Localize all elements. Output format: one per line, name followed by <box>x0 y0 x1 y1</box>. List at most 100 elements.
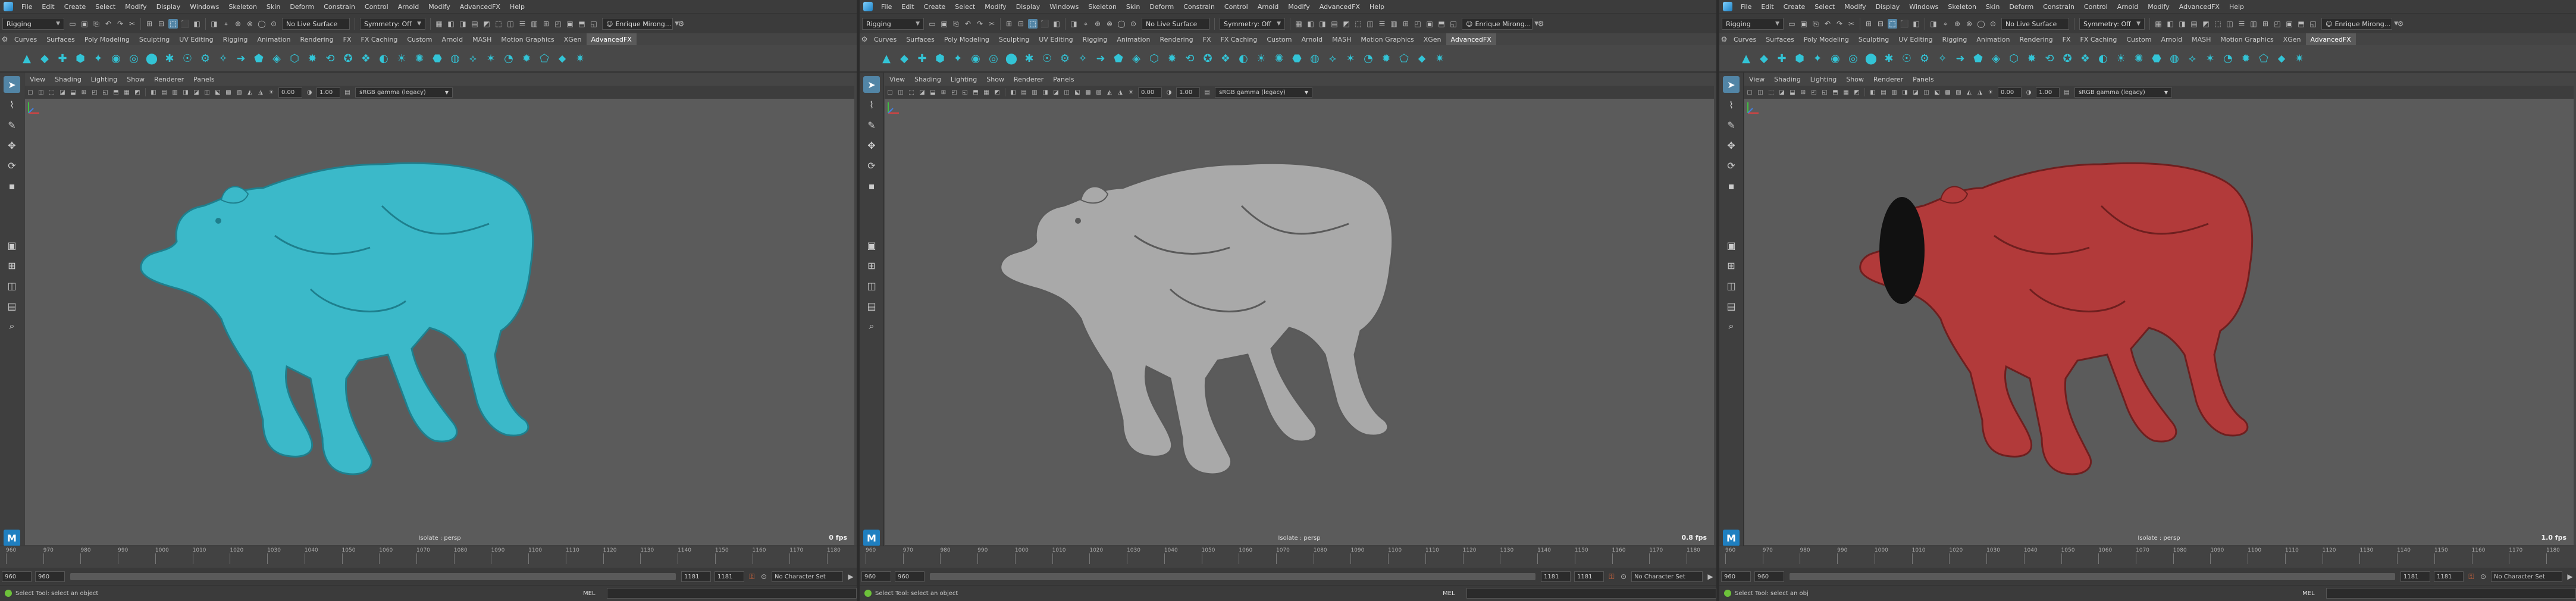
select-tool-icon[interactable]: ➤ <box>1723 76 1740 93</box>
live-surface-field[interactable]: No Live Surface <box>2001 18 2069 30</box>
shelf-tool-icon[interactable]: ⬤ <box>1863 51 1879 66</box>
mel-command-input[interactable] <box>1466 588 1716 599</box>
render-tool-icon[interactable]: ◰ <box>553 19 563 29</box>
status-tool-icon[interactable]: ▭ <box>68 19 77 29</box>
symmetry-dropdown[interactable]: Symmetry: Off ▼ <box>1220 18 1285 30</box>
status-tool-icon[interactable]: ⊕ <box>1093 19 1102 29</box>
zoom-icon[interactable]: ⌕ <box>863 318 880 334</box>
menu-item[interactable]: Control <box>2079 3 2113 11</box>
user-account-dropdown[interactable]: ☺ Enrique Mirong... ▼ <box>602 18 679 30</box>
status-tool-icon[interactable]: ⊟ <box>156 19 166 29</box>
range-start-inner-field[interactable]: 960 <box>895 571 925 582</box>
status-tool-icon[interactable]: ↷ <box>1835 19 1844 29</box>
menu-item[interactable]: Arnold <box>393 3 424 11</box>
viewport-tool-icon[interactable]: ⬚ <box>907 88 916 96</box>
shelf-tool-icon[interactable]: ⬢ <box>1792 51 1807 66</box>
shelf-tab[interactable]: Arnold <box>1296 36 1327 43</box>
shelf-tab[interactable]: FX Caching <box>1216 36 1262 43</box>
viewport-tool-icon[interactable]: ◪ <box>1778 88 1786 96</box>
viewport-tool-icon[interactable]: ▢ <box>886 88 894 96</box>
viewport-menu-item[interactable]: Renderer <box>149 76 189 83</box>
shelf-tab[interactable]: UV Editing <box>174 36 218 43</box>
shelf-tool-icon[interactable]: ⟡ <box>465 51 481 66</box>
menu-item[interactable]: Constrain <box>319 3 360 11</box>
color-management-icon[interactable]: ▤ <box>1203 88 1211 96</box>
gear-icon[interactable]: ⚙ <box>1 35 8 44</box>
viewport-menu-item[interactable]: View <box>885 76 910 83</box>
exposure-field[interactable]: 0.00 <box>278 87 302 98</box>
shelf-tab[interactable]: XGen <box>1419 36 1446 43</box>
render-tool-icon[interactable]: ▦ <box>2154 19 2163 29</box>
menu-item[interactable]: Skin <box>262 3 285 11</box>
render-tool-icon[interactable]: ⬚ <box>1353 19 1363 29</box>
rotate-tool-icon[interactable]: ⟳ <box>863 157 880 174</box>
viewport-tool-icon[interactable]: ◮ <box>1116 88 1124 96</box>
layout-two-icon[interactable]: ◫ <box>863 277 880 294</box>
shelf-tool-icon[interactable]: ◎ <box>126 51 142 66</box>
shelf-tool-icon[interactable]: ✪ <box>340 51 356 66</box>
range-end-inner-field[interactable]: 1181 <box>681 571 711 582</box>
status-tool-icon[interactable]: ◧ <box>1911 19 1921 29</box>
shelf-tool-icon[interactable]: ⬟ <box>1111 51 1126 66</box>
status-tool-icon[interactable]: ⊗ <box>1105 19 1114 29</box>
shelf-tool-icon[interactable]: ◆ <box>37 51 52 66</box>
viewport-tool-icon[interactable]: ⬒ <box>972 88 980 96</box>
range-start-inner-field[interactable]: 960 <box>35 571 65 582</box>
exposure-field[interactable]: 0.00 <box>1138 87 1162 98</box>
shelf-tool-icon[interactable]: ◐ <box>2095 51 2111 66</box>
shelf-tool-icon[interactable]: ⬡ <box>1146 51 1162 66</box>
shelf-tool-icon[interactable]: ✸ <box>1164 51 1180 66</box>
shelf-tab[interactable]: Motion Graphics <box>2215 36 2278 43</box>
viewport-menu-item[interactable]: Lighting <box>86 76 122 83</box>
mel-command-input[interactable] <box>607 588 857 599</box>
menu-item[interactable]: Modify <box>120 3 151 11</box>
viewport-tool-icon[interactable]: ▥ <box>1890 88 1898 96</box>
color-management-icon[interactable]: ▤ <box>2063 88 2071 96</box>
bear-model[interactable] <box>140 162 534 475</box>
shelf-tab[interactable]: Animation <box>252 36 295 43</box>
play-icon[interactable]: ▶ <box>2565 572 2575 581</box>
shelf-tool-icon[interactable]: ◎ <box>1845 51 1861 66</box>
outliner-layout-icon[interactable]: ▤ <box>863 298 880 314</box>
shelf-tab[interactable]: FX Caching <box>356 36 403 43</box>
menu-item[interactable]: Modify <box>980 3 1011 11</box>
status-tool-icon[interactable]: ⌖ <box>221 19 231 29</box>
menu-item[interactable]: Deform <box>285 3 319 11</box>
time-slider[interactable]: 960 970 980 990 1000 1010 1020 1030 1040 1050 1060… <box>1719 546 2576 568</box>
render-tool-icon[interactable]: ▦ <box>1294 19 1303 29</box>
layout-four-icon[interactable]: ⊞ <box>1723 257 1740 274</box>
shelf-tool-icon[interactable]: ▲ <box>879 51 894 66</box>
status-tool-icon[interactable]: ▭ <box>927 19 937 29</box>
color-space-dropdown[interactable]: sRGB gamma (legacy) ▼ <box>2074 87 2172 98</box>
shelf-tool-icon[interactable]: ⬠ <box>2256 51 2271 66</box>
status-tool-icon[interactable]: ↶ <box>963 19 973 29</box>
viewport-menu-item[interactable]: Panels <box>1908 76 1938 83</box>
viewport-tool-icon[interactable]: ▢ <box>26 88 35 96</box>
user-account-dropdown[interactable]: ☺ Enrique Mirong... ▼ <box>1462 18 1538 30</box>
menu-item[interactable]: Help <box>1365 3 1389 11</box>
viewport-menu-item[interactable]: Lighting <box>1806 76 1841 83</box>
viewport-tool-icon[interactable]: ◩ <box>993 88 1001 96</box>
viewport-tool-icon[interactable]: ◭ <box>246 88 254 96</box>
viewport-tool-icon[interactable]: ▥ <box>171 88 179 96</box>
shelf-tab[interactable]: Sculpting <box>1854 36 1894 43</box>
viewport-tool-icon[interactable]: ◪ <box>918 88 926 96</box>
shelf-tool-icon[interactable]: ◔ <box>2220 51 2236 66</box>
menu-item[interactable]: Deform <box>1145 3 1179 11</box>
outliner-layout-icon[interactable]: ▤ <box>4 298 20 314</box>
status-tool-icon[interactable]: ⊕ <box>233 19 243 29</box>
viewport-tool-icon[interactable]: ◫ <box>203 88 211 96</box>
viewport-canvas[interactable]: Isolate : persp 0 fps <box>25 99 854 545</box>
render-tool-icon[interactable]: ◱ <box>1449 19 1458 29</box>
range-start-field[interactable]: 960 <box>861 571 891 582</box>
viewport-tool-icon[interactable]: ▧ <box>1095 88 1103 96</box>
render-tool-icon[interactable]: ◩ <box>2201 19 2211 29</box>
shelf-tool-icon[interactable]: ⚙ <box>1917 51 1932 66</box>
paint-select-icon[interactable]: ✎ <box>4 117 20 133</box>
status-tool-icon[interactable]: ⬚ <box>1028 19 1038 29</box>
shelf-tool-icon[interactable]: ◉ <box>968 51 983 66</box>
render-tool-icon[interactable]: ☰ <box>2237 19 2246 29</box>
status-tool-icon[interactable]: ⬛ <box>180 19 190 29</box>
shelf-tool-icon[interactable]: ▲ <box>19 51 35 66</box>
shelf-tool-icon[interactable]: ⬣ <box>2149 51 2164 66</box>
